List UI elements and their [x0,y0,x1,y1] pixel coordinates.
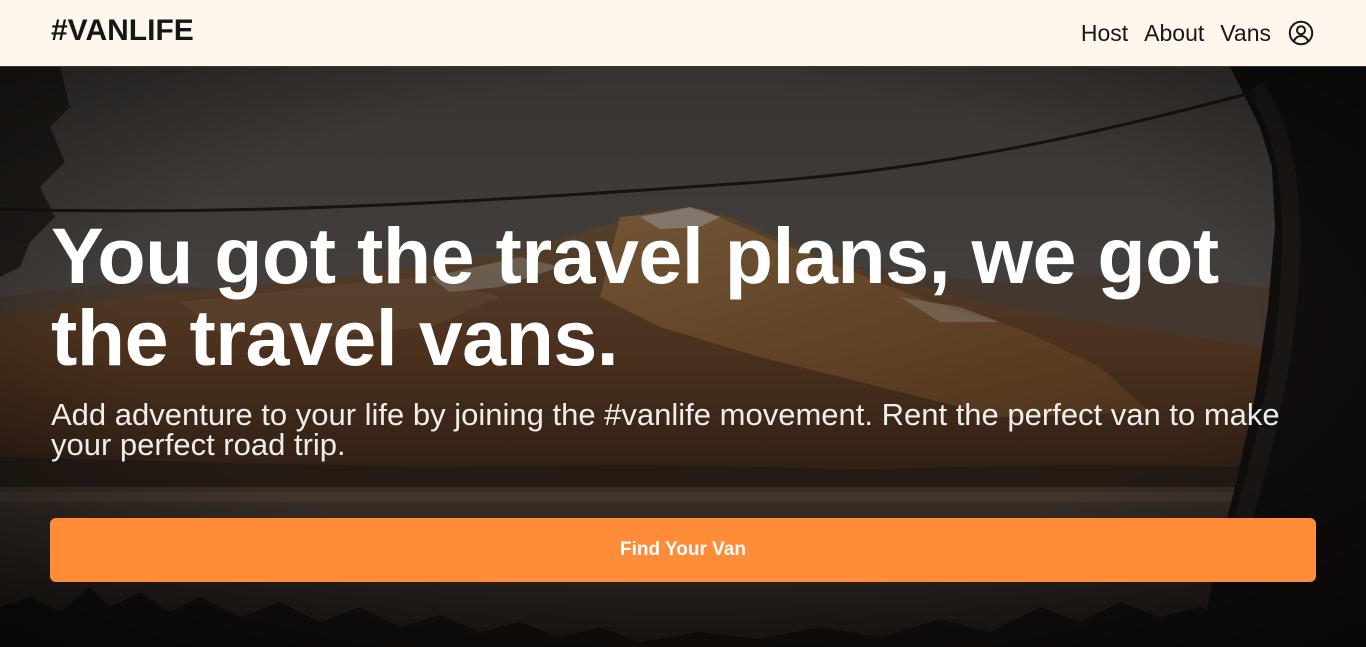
site-logo[interactable]: #VANLIFE [51,14,194,48]
user-circle-icon[interactable] [1288,20,1314,46]
site-header: #VANLIFE Host About Vans [0,0,1366,67]
find-your-van-button[interactable]: Find Your Van [50,518,1316,582]
page: #VANLIFE Host About Vans You got the tra… [0,0,1366,647]
nav-link-about[interactable]: About [1144,18,1204,48]
hero-title: You got the travel plans, we got the tra… [51,211,1219,382]
hero-section: You got the travel plans, we got the tra… [0,67,1366,647]
nav-link-vans[interactable]: Vans [1220,18,1271,48]
main-nav: Host About Vans [1081,18,1314,48]
hero-subtitle: Add adventure to your life by joining th… [51,397,1280,462]
nav-link-host[interactable]: Host [1081,18,1128,48]
